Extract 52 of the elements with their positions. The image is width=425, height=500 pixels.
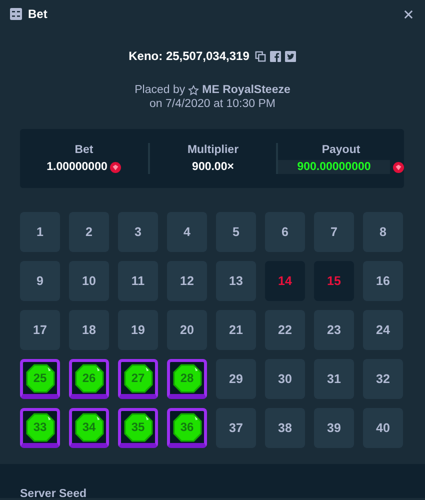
section-label: Server Seed: [20, 488, 86, 500]
keno-tile: 23: [314, 310, 354, 350]
keno-tile: 17: [20, 310, 60, 350]
keno-tile: 21: [216, 310, 256, 350]
keno-tile: 14: [265, 261, 305, 301]
keno-tile: 38: [265, 408, 305, 448]
keno-tile: 4: [167, 212, 207, 252]
bet-id: Keno: 25,507,034,319: [128, 49, 250, 63]
stat-label: Payout: [320, 143, 362, 157]
keno-tile: 22: [265, 310, 305, 350]
keno-tile: 39: [314, 408, 354, 448]
keno-tile: 24: [363, 310, 403, 350]
gem-tile: 25: [26, 364, 54, 392]
keno-tile: 2: [69, 212, 109, 252]
keno-tile: 9: [20, 261, 60, 301]
keno-tile: 15: [314, 261, 354, 301]
keno-tile: 16: [363, 261, 403, 301]
keno-tile: 31: [314, 359, 354, 399]
keno-tile: 1: [20, 212, 60, 252]
stat-value: 900.00×: [192, 160, 234, 174]
keno-tile: 20: [167, 310, 207, 350]
keno-tile: 13: [216, 261, 256, 301]
keno-tile: 8: [363, 212, 403, 252]
gem-tile: 27: [124, 364, 152, 392]
stat-label: Multiplier: [186, 143, 240, 157]
gem-tile: 33: [26, 412, 54, 442]
placed-by-label: Placed by: [134, 83, 186, 97]
window-title: Bet: [28, 7, 48, 21]
gem-tile: 35: [124, 412, 152, 442]
keno-tile: 11: [118, 261, 158, 301]
stat-label: Bet: [74, 143, 94, 157]
keno-tile: 37: [216, 408, 256, 448]
username-link[interactable]: ME RoyalSteeze: [202, 83, 290, 97]
keno-tile: 30: [265, 359, 305, 399]
keno-tile: 29: [216, 359, 256, 399]
keno-tile: 7: [314, 212, 354, 252]
keno-tile: 10: [69, 261, 109, 301]
keno-tile: 18: [69, 310, 109, 350]
bet-date: on 7/4/2020 at 10:30 PM: [150, 97, 276, 111]
keno-tile: 40: [363, 408, 403, 448]
gem-tile: 36: [172, 412, 202, 442]
gem-tile: 26: [74, 364, 104, 392]
keno-tile: 5: [216, 212, 256, 252]
keno-tile: 32: [363, 359, 403, 399]
keno-tile: 12: [167, 261, 207, 301]
keno-tile: 6: [265, 212, 305, 252]
stat-value: 1.00000000: [46, 160, 108, 174]
keno-tile: 3: [118, 212, 158, 252]
keno-tile: 19: [118, 310, 158, 350]
stat-value: 900.00000000: [278, 160, 390, 174]
gem-tile: 28: [172, 364, 202, 392]
gem-tile: 34: [74, 412, 104, 442]
